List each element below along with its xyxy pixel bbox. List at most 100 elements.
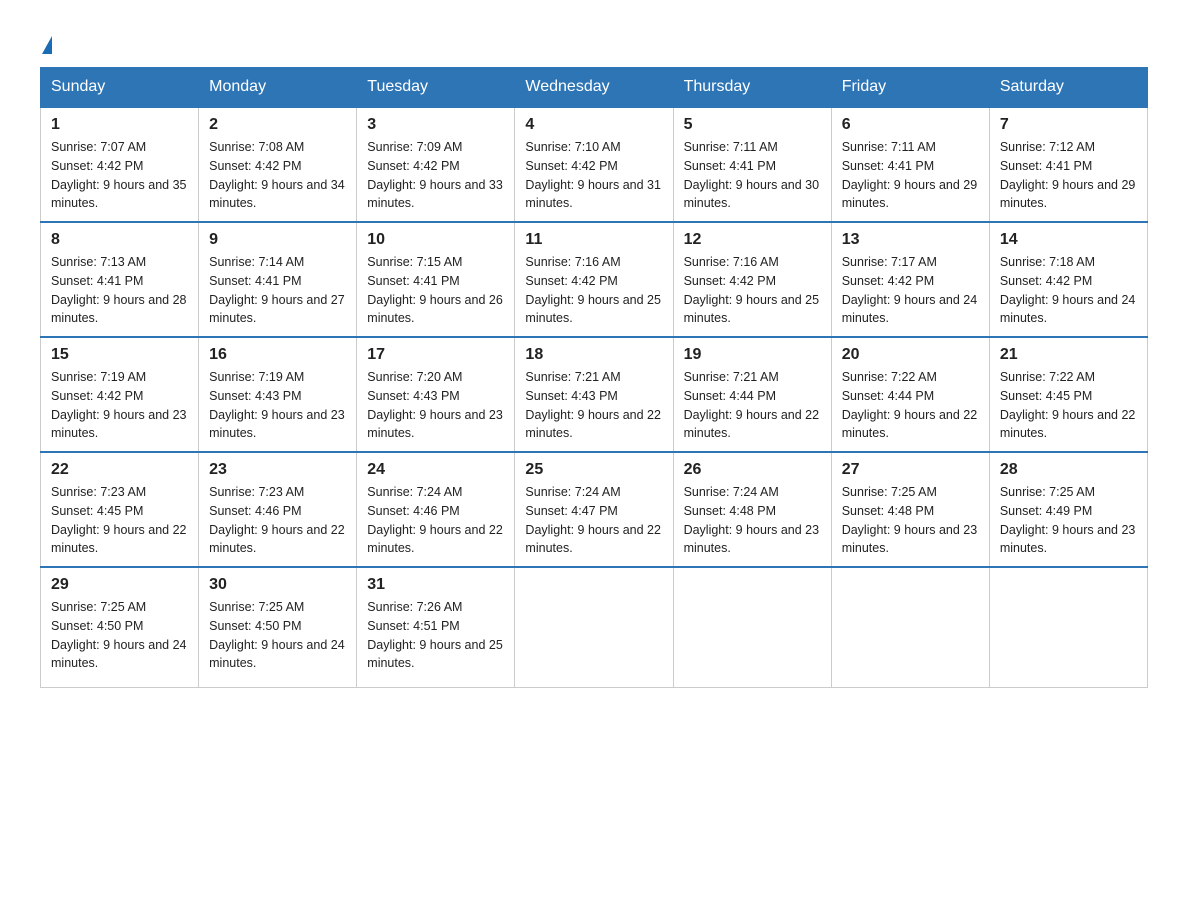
daylight-label: Daylight: 9 hours and 27 minutes. xyxy=(209,293,345,326)
day-number: 4 xyxy=(525,116,662,134)
calendar-cell: 24Sunrise: 7:24 AMSunset: 4:46 PMDayligh… xyxy=(357,452,515,567)
sunrise-label: Sunrise: 7:16 AM xyxy=(684,255,779,269)
sunrise-label: Sunrise: 7:19 AM xyxy=(51,370,146,384)
daylight-label: Daylight: 9 hours and 23 minutes. xyxy=(367,408,503,441)
sunset-label: Sunset: 4:51 PM xyxy=(367,619,459,633)
sunset-label: Sunset: 4:41 PM xyxy=(1000,159,1092,173)
daylight-label: Daylight: 9 hours and 33 minutes. xyxy=(367,178,503,211)
daylight-label: Daylight: 9 hours and 24 minutes. xyxy=(51,638,187,671)
day-info: Sunrise: 7:07 AMSunset: 4:42 PMDaylight:… xyxy=(51,138,188,213)
daylight-label: Daylight: 9 hours and 28 minutes. xyxy=(51,293,187,326)
weekday-header-thursday: Thursday xyxy=(673,68,831,108)
sunrise-label: Sunrise: 7:19 AM xyxy=(209,370,304,384)
weekday-header-monday: Monday xyxy=(199,68,357,108)
sunrise-label: Sunrise: 7:24 AM xyxy=(525,485,620,499)
sunset-label: Sunset: 4:44 PM xyxy=(842,389,934,403)
sunrise-label: Sunrise: 7:14 AM xyxy=(209,255,304,269)
calendar-cell: 10 Sunrise: 7:15 AMSunset: 4:41 PMDayligh… xyxy=(357,222,515,337)
calendar-cell: 25Sunrise: 7:24 AMSunset: 4:47 PMDayligh… xyxy=(515,452,673,567)
daylight-label: Daylight: 9 hours and 22 minutes. xyxy=(209,523,345,556)
day-info: Sunrise: 7:13 AMSunset: 4:41 PMDaylight:… xyxy=(51,253,188,328)
day-info: Sunrise: 7:25 AMSunset: 4:48 PMDaylight:… xyxy=(842,483,979,558)
calendar-cell: 13Sunrise: 7:17 AMSunset: 4:42 PMDayligh… xyxy=(831,222,989,337)
day-number: 28 xyxy=(1000,461,1137,479)
sunset-label: Sunset: 4:48 PM xyxy=(842,504,934,518)
day-info: Sunrise: 7:14 AMSunset: 4:41 PMDaylight:… xyxy=(209,253,346,328)
day-info: Sunrise: 7:08 AMSunset: 4:42 PMDaylight:… xyxy=(209,138,346,213)
day-info: Sunrise: 7:11 AMSunset: 4:41 PMDaylight:… xyxy=(684,138,821,213)
sunset-label: Sunset: 4:45 PM xyxy=(51,504,143,518)
sunset-label: Sunset: 4:50 PM xyxy=(51,619,143,633)
logo-triangle-icon xyxy=(42,36,52,54)
day-number: 23 xyxy=(209,461,346,479)
sunset-label: Sunset: 4:41 PM xyxy=(842,159,934,173)
sunrise-label: Sunrise: 7:21 AM xyxy=(684,370,779,384)
sunset-label: Sunset: 4:42 PM xyxy=(51,389,143,403)
day-info: Sunrise: 7:23 AMSunset: 4:46 PMDaylight:… xyxy=(209,483,346,558)
day-number: 5 xyxy=(684,116,821,134)
weekday-header-wednesday: Wednesday xyxy=(515,68,673,108)
daylight-label: Daylight: 9 hours and 22 minutes. xyxy=(51,523,187,556)
sunset-label: Sunset: 4:45 PM xyxy=(1000,389,1092,403)
daylight-label: Daylight: 9 hours and 24 minutes. xyxy=(1000,293,1136,326)
day-info: Sunrise: 7:09 AMSunset: 4:42 PMDaylight:… xyxy=(367,138,504,213)
calendar-cell: 9Sunrise: 7:14 AMSunset: 4:41 PMDaylight… xyxy=(199,222,357,337)
calendar-cell: 14Sunrise: 7:18 AMSunset: 4:42 PMDayligh… xyxy=(989,222,1147,337)
daylight-label: Daylight: 9 hours and 25 minutes. xyxy=(367,638,503,671)
day-info: Sunrise: 7:23 AMSunset: 4:45 PMDaylight:… xyxy=(51,483,188,558)
calendar-week-row: 15 Sunrise: 7:19 AM Sunset: 4:42 PM Dayligh… xyxy=(41,337,1148,452)
day-number: 10 xyxy=(367,231,504,249)
day-number: 13 xyxy=(842,231,979,249)
daylight-label: Daylight: 9 hours and 22 minutes. xyxy=(367,523,503,556)
sunrise-label: Sunrise: 7:11 AM xyxy=(842,140,936,154)
day-info: Sunrise: 7:15 AMSunset: 4:41 PMDaylight:… xyxy=(367,253,504,328)
day-number: 21 xyxy=(1000,346,1137,364)
weekday-header-saturday: Saturday xyxy=(989,68,1147,108)
calendar-cell: 8Sunrise: 7:13 AMSunset: 4:41 PMDaylight… xyxy=(41,222,199,337)
sunrise-label: Sunrise: 7:18 AM xyxy=(1000,255,1095,269)
day-info: Sunrise: 7:24 AM Sunset: 4:46 PM Daylight:… xyxy=(367,483,504,558)
sunrise-label: Sunrise: 7:16 AM xyxy=(525,255,620,269)
sunrise-label: Sunrise: 7:24 AM xyxy=(367,485,462,499)
day-info: Sunrise: 7:12 AMSunset: 4:41 PMDaylight:… xyxy=(1000,138,1137,213)
sunset-label: Sunset: 4:42 PM xyxy=(684,274,776,288)
day-info: Sunrise: 7:19 AMSunset: 4:43 PMDaylight:… xyxy=(209,368,346,443)
day-number: 6 xyxy=(842,116,979,134)
sunset-label: Sunset: 4:42 PM xyxy=(367,159,459,173)
daylight-label: Daylight: 9 hours and 23 minutes. xyxy=(842,523,978,556)
sunset-label: Sunset: 4:46 PM xyxy=(367,504,459,518)
calendar-cell: 27Sunrise: 7:25 AMSunset: 4:48 PMDayligh… xyxy=(831,452,989,567)
calendar-cell: 17Sunrise: 7:20 AMSunset: 4:43 PMDayligh… xyxy=(357,337,515,452)
day-number: 19 xyxy=(684,346,821,364)
sunrise-label: Sunrise: 7:07 AM xyxy=(51,140,146,154)
day-info: Sunrise: 7:25 AMSunset: 4:49 PMDaylight:… xyxy=(1000,483,1137,558)
sunset-label: Sunset: 4:43 PM xyxy=(525,389,617,403)
sunset-label: Sunset: 4:41 PM xyxy=(367,274,459,288)
day-number: 7 xyxy=(1000,116,1137,134)
daylight-label: Daylight: 9 hours and 29 minutes. xyxy=(842,178,978,211)
day-number: 15 xyxy=(51,346,188,364)
sunrise-label: Sunrise: 7:10 AM xyxy=(525,140,620,154)
calendar-cell: 26Sunrise: 7:24 AMSunset: 4:48 PMDayligh… xyxy=(673,452,831,567)
calendar-cell: 2Sunrise: 7:08 AMSunset: 4:42 PMDaylight… xyxy=(199,107,357,222)
daylight-label: Daylight: 9 hours and 25 minutes. xyxy=(684,293,820,326)
sunrise-label: Sunrise: 7:17 AM xyxy=(842,255,937,269)
calendar-cell: 31Sunrise: 7:26 AMSunset: 4:51 PMDayligh… xyxy=(357,567,515,687)
daylight-label: Daylight: 9 hours and 25 minutes. xyxy=(525,293,661,326)
calendar-cell xyxy=(831,567,989,687)
daylight-label: Daylight: 9 hours and 23 minutes. xyxy=(209,408,345,441)
sunrise-label: Sunrise: 7:24 AM xyxy=(684,485,779,499)
calendar-cell: 7 Sunrise: 7:12 AMSunset: 4:41 PMDaylight… xyxy=(989,107,1147,222)
calendar-cell: 1Sunrise: 7:07 AMSunset: 4:42 PMDaylight… xyxy=(41,107,199,222)
calendar-week-row: 8Sunrise: 7:13 AMSunset: 4:41 PMDaylight… xyxy=(41,222,1148,337)
calendar-cell: 28 Sunrise: 7:25 AMSunset: 4:49 PMDayligh… xyxy=(989,452,1147,567)
sunset-label: Sunset: 4:42 PM xyxy=(525,274,617,288)
sunset-label: Sunset: 4:41 PM xyxy=(684,159,776,173)
logo xyxy=(40,30,52,57)
day-info: Sunrise: 7:11 AM Sunset: 4:41 PM Daylight:… xyxy=(842,138,979,213)
day-number: 26 xyxy=(684,461,821,479)
day-info: Sunrise: 7:21 AMSunset: 4:43 PMDaylight:… xyxy=(525,368,662,443)
day-info: Sunrise: 7:22 AMSunset: 4:44 PMDaylight:… xyxy=(842,368,979,443)
daylight-label: Daylight: 9 hours and 23 minutes. xyxy=(684,523,820,556)
day-info: Sunrise: 7:20 AMSunset: 4:43 PMDaylight:… xyxy=(367,368,504,443)
